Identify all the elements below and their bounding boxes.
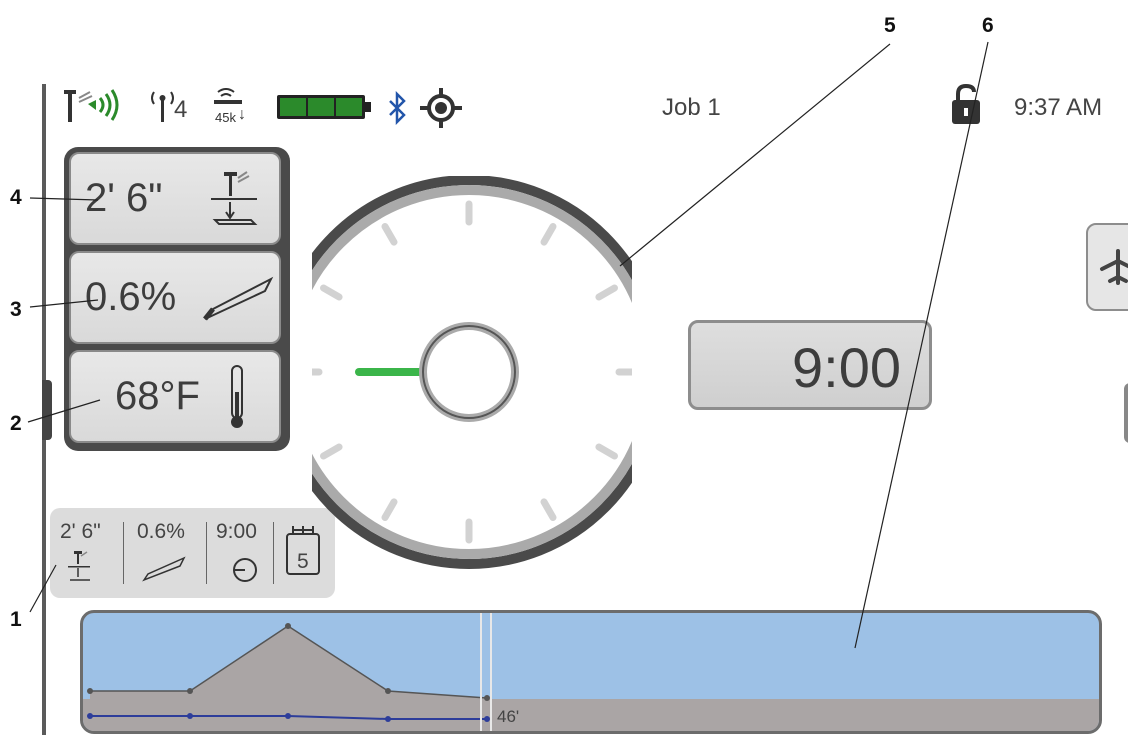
summary-divider: [123, 522, 124, 584]
pitch-tile[interactable]: 0.6%: [69, 251, 281, 344]
airplane-icon: [1098, 247, 1128, 292]
callout-1: 1: [10, 608, 22, 631]
bore-profile-graphic: [83, 613, 1099, 731]
distance-label: 46': [497, 707, 520, 726]
roll-readout: 9:00: [792, 336, 901, 399]
job-title[interactable]: Job 1: [662, 94, 721, 122]
side-panel-handle[interactable]: [1124, 383, 1128, 443]
readout-tiles: 2' 6" 0.6% 68°F: [64, 147, 290, 451]
battery-icon: [276, 93, 376, 128]
summary-depth: 2' 6": [60, 520, 101, 543]
depth-value: 2' 6": [85, 176, 163, 220]
temperature-value: 68°F: [115, 374, 200, 418]
summary-depth-icon: [66, 550, 96, 591]
summary-divider: [206, 522, 207, 584]
roll-dial-graphic: [272, 175, 666, 569]
callout-2: 2: [10, 412, 22, 435]
summary-divider: [273, 522, 274, 584]
roll-readout-box[interactable]: 9:00: [688, 320, 932, 410]
roll-dial: [272, 175, 666, 570]
thermometer-icon: [225, 362, 249, 437]
bluetooth-icon: [386, 90, 410, 130]
callout-3: 3: [10, 298, 22, 321]
gps-target-icon: [418, 88, 464, 133]
beacon-signal-icon: [62, 88, 132, 133]
bore-profile-chart[interactable]: 46': [80, 610, 1102, 734]
down-arrow-icon: ↓: [238, 106, 246, 123]
depth-tile[interactable]: 2' 6": [69, 152, 281, 245]
airplane-mode-button[interactable]: [1086, 223, 1128, 311]
summary-pitch: 0.6%: [137, 520, 185, 543]
callout-4: 4: [10, 186, 22, 209]
lock-icon[interactable]: [948, 83, 984, 131]
data-rate-label: 45k: [215, 110, 236, 125]
depth-icon: [211, 168, 261, 237]
pitch-icon: [201, 275, 275, 328]
summary-roll: 9:00: [216, 520, 257, 543]
summary-bar[interactable]: 2' 6" 0.6% 9:00 5: [50, 508, 335, 598]
callout-5: 5: [884, 14, 896, 37]
status-bar: 4 45k ↓ Job 1 9:37 AM: [60, 83, 1128, 133]
clock: 9:37 AM: [1014, 94, 1103, 121]
signal-channel-label: 4: [174, 96, 188, 123]
temperature-tile[interactable]: 68°F: [69, 350, 281, 443]
summary-roll-icon: [231, 556, 259, 589]
pitch-value: 0.6%: [85, 275, 177, 319]
callout-6: 6: [982, 14, 994, 37]
side-drawer-handle[interactable]: [42, 380, 52, 440]
summary-pitch-icon: [142, 556, 188, 587]
rod-count: 5: [297, 550, 309, 573]
